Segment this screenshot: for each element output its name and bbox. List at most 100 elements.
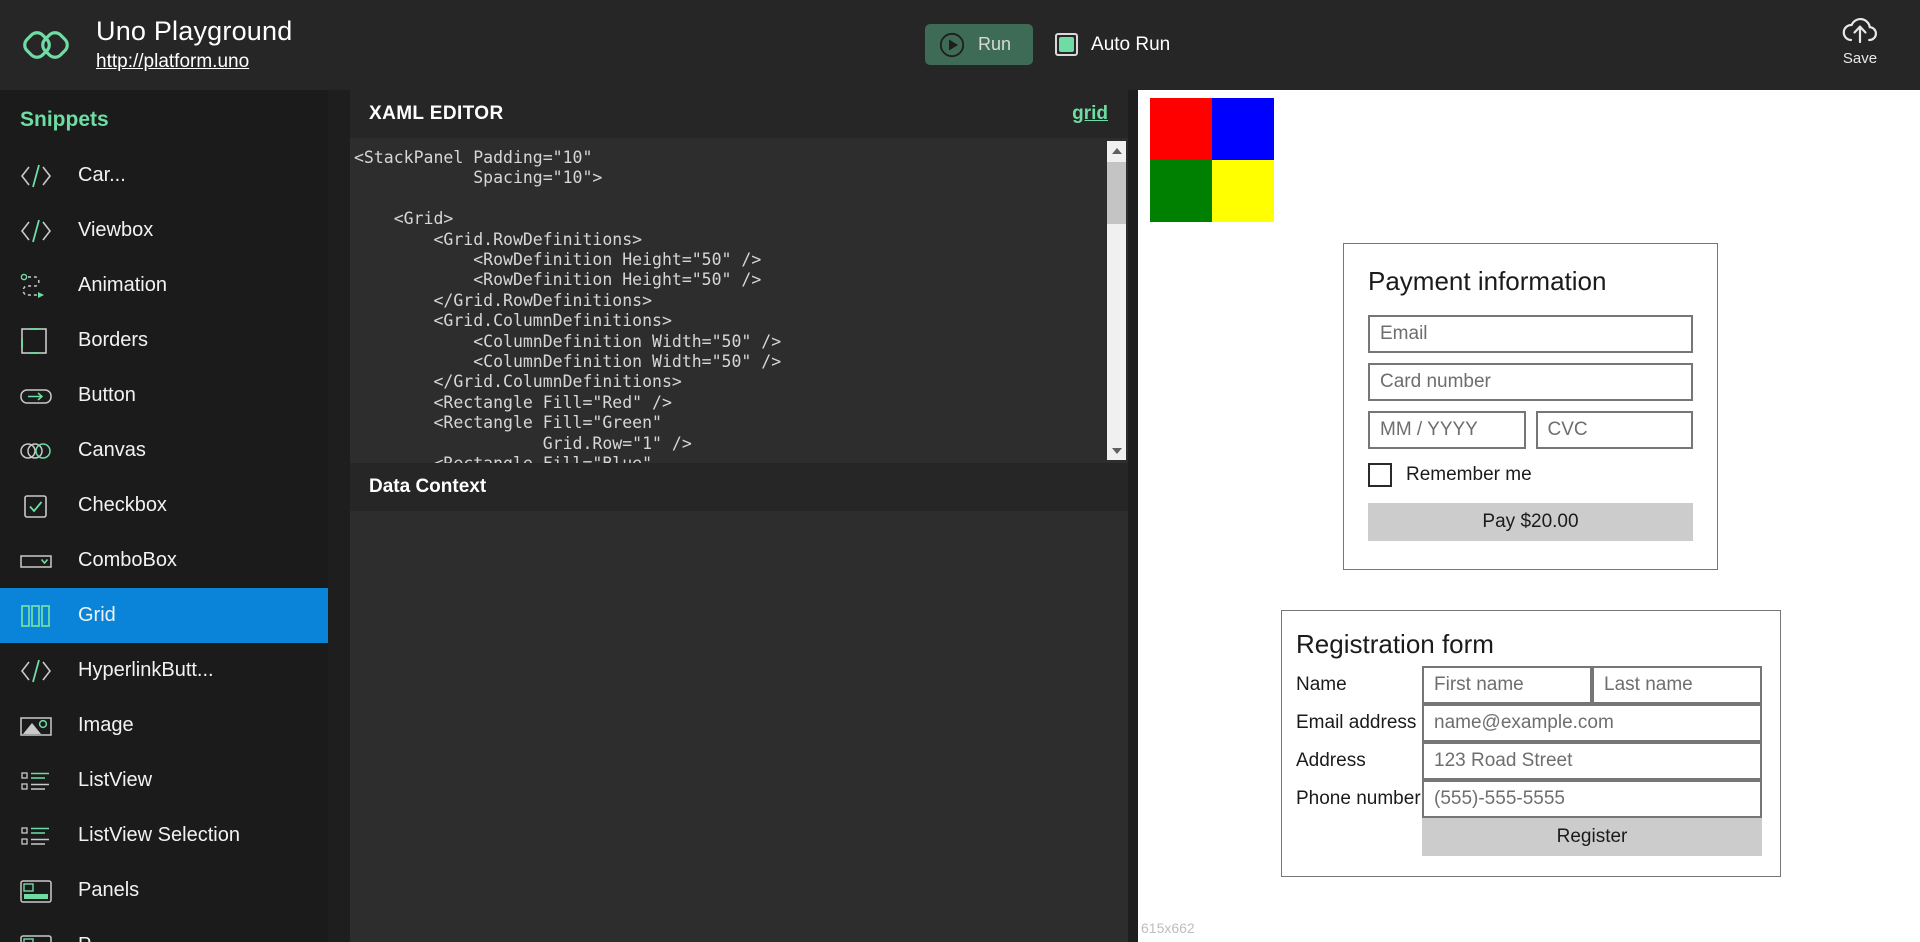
sidebar-item-label: Borders — [78, 329, 148, 352]
register-button[interactable]: Register — [1422, 818, 1762, 856]
registration-button-row: Register — [1296, 818, 1762, 856]
list-icon — [14, 766, 58, 796]
sidebar-item-listview-selection[interactable]: ListView Selection — [0, 808, 328, 863]
overlapping-circles-icon — [14, 436, 58, 466]
editor-title: XAML EDITOR — [369, 103, 504, 125]
sidebar-item-car[interactable]: Car... — [0, 148, 328, 203]
play-circle-icon — [939, 32, 965, 58]
registration-email-row: Email address name@example.com — [1296, 704, 1762, 742]
sidebar-item-hyperlinkbutt[interactable]: HyperlinkButt... — [0, 643, 328, 698]
sidebar-item-button[interactable]: Button — [0, 368, 328, 423]
sidebar-item-image[interactable]: Image — [0, 698, 328, 753]
sidebar-item-label: Grid — [78, 604, 116, 627]
registration-address-label: Address — [1296, 750, 1422, 772]
editor-scroll-down-icon[interactable] — [1107, 441, 1126, 460]
dropdown-icon — [14, 546, 58, 576]
app-title: Uno Playground — [96, 15, 292, 47]
sidebar-item-listview[interactable]: ListView — [0, 753, 328, 808]
registration-form-card: Registration form Name First name Last n… — [1281, 610, 1781, 877]
snippets-heading: Snippets — [0, 90, 328, 148]
remember-me-row[interactable]: Remember me — [1368, 463, 1693, 487]
image-icon — [14, 711, 58, 741]
xaml-code-area[interactable]: <StackPanel Padding="10" Spacing="10"> <… — [350, 138, 1128, 463]
red-cell — [1150, 98, 1212, 160]
sidebar-item-checkbox[interactable]: Checkbox — [0, 478, 328, 533]
sidebar-item-label: Car... — [78, 164, 126, 187]
sidebar-item-label: Image — [78, 714, 134, 737]
square-outline-icon — [14, 326, 58, 356]
sidebar-item-grid[interactable]: Grid — [0, 588, 328, 643]
brand-text: Uno Playground http://platform.uno — [96, 15, 292, 75]
grid-columns-icon — [14, 601, 58, 631]
uno-logo-icon — [18, 17, 74, 73]
sidebar-item-p[interactable]: P... — [0, 918, 328, 942]
payment-card-number-input[interactable]: Card number — [1368, 363, 1693, 401]
payment-email-input[interactable]: Email — [1368, 315, 1693, 353]
code-tags-icon — [14, 216, 58, 246]
registration-address-input[interactable]: 123 Road Street — [1422, 742, 1762, 780]
button-arrow-icon — [14, 381, 58, 411]
registration-address-row: Address 123 Road Street — [1296, 742, 1762, 780]
save-button[interactable]: Save — [1840, 14, 1880, 67]
toolbar-center: Run Auto Run — [925, 24, 1170, 65]
editor-scrollbar[interactable] — [1107, 141, 1126, 460]
snippet-list: Car... ViewboxAnimation Borders Button Canva… — [0, 148, 328, 942]
editor-pane: XAML EDITOR grid <StackPanel Padding="10… — [350, 90, 1128, 942]
sidebar-item-label: ListView — [78, 769, 152, 792]
sidebar-item-panels[interactable]: Panels — [0, 863, 328, 918]
editor-header: XAML EDITOR grid — [350, 90, 1128, 138]
code-tags-icon — [14, 656, 58, 686]
data-context-header: Data Context — [350, 463, 1128, 511]
payment-expiry-input[interactable]: MM / YYYY — [1368, 411, 1526, 449]
run-button-label: Run — [978, 34, 1011, 55]
registration-name-label: Name — [1296, 674, 1422, 696]
sidebar-item-label: HyperlinkButt... — [78, 659, 214, 682]
sidebar-item-borders[interactable]: Borders — [0, 313, 328, 368]
registration-first-name-input[interactable]: First name — [1422, 666, 1592, 704]
list-icon — [14, 821, 58, 851]
sidebar-item-viewbox[interactable]: Viewbox — [0, 203, 328, 258]
code-tags-icon — [14, 161, 58, 191]
registration-phone-input[interactable]: (555)-555-5555 — [1422, 780, 1762, 818]
yellow-cell — [1212, 160, 1274, 222]
pay-button[interactable]: Pay $20.00 — [1368, 503, 1693, 541]
payment-expiry-cvc-row: MM / YYYY CVC — [1368, 411, 1693, 449]
data-context-body[interactable] — [350, 511, 1128, 942]
panels-icon — [14, 876, 58, 906]
registration-email-input[interactable]: name@example.com — [1422, 704, 1762, 742]
payment-cvc-input[interactable]: CVC — [1536, 411, 1694, 449]
sidebar-item-label: ListView Selection — [78, 824, 240, 847]
preview-pane: Payment information Email Card number MM… — [1138, 90, 1920, 942]
payment-information-card: Payment information Email Card number MM… — [1343, 243, 1718, 570]
cloud-upload-icon — [1840, 14, 1880, 48]
animation-path-icon — [14, 271, 58, 301]
remember-me-label: Remember me — [1406, 464, 1532, 486]
color-grid — [1150, 98, 1274, 222]
auto-run-label: Auto Run — [1091, 34, 1170, 56]
blue-cell — [1212, 98, 1274, 160]
top-bar: Uno Playground http://platform.uno Run A… — [0, 0, 1920, 90]
sidebar-item-label: Button — [78, 384, 136, 407]
app-url-link[interactable]: http://platform.uno — [96, 49, 249, 75]
editor-scroll-thumb[interactable] — [1107, 162, 1126, 224]
payment-card-title: Payment information — [1368, 266, 1693, 297]
sidebar-item-combobox[interactable]: ComboBox — [0, 533, 328, 588]
editor-snippet-tag[interactable]: grid — [1072, 103, 1108, 125]
auto-run-toggle[interactable]: Auto Run — [1055, 33, 1170, 56]
run-button[interactable]: Run — [925, 24, 1033, 65]
sidebar-item-label: Panels — [78, 879, 139, 902]
sidebar-item-animation[interactable]: Animation — [0, 258, 328, 313]
auto-run-checkbox[interactable] — [1055, 33, 1078, 56]
sidebar-item-label: Checkbox — [78, 494, 167, 517]
editor-scroll-up-icon[interactable] — [1107, 141, 1126, 160]
panels-icon — [14, 931, 58, 942]
registration-name-row: Name First name Last name — [1296, 666, 1762, 704]
sidebar-item-label: Canvas — [78, 439, 146, 462]
registration-last-name-input[interactable]: Last name — [1592, 666, 1762, 704]
registration-email-label: Email address — [1296, 712, 1422, 734]
snippets-sidebar: Snippets Car... ViewboxAnimation Borders Bu… — [0, 90, 328, 942]
registration-phone-row: Phone number (555)-555-5555 — [1296, 780, 1762, 818]
sidebar-item-canvas[interactable]: Canvas — [0, 423, 328, 478]
xaml-code-text[interactable]: <StackPanel Padding="10" Spacing="10"> <… — [350, 148, 1106, 463]
remember-me-checkbox[interactable] — [1368, 463, 1392, 487]
